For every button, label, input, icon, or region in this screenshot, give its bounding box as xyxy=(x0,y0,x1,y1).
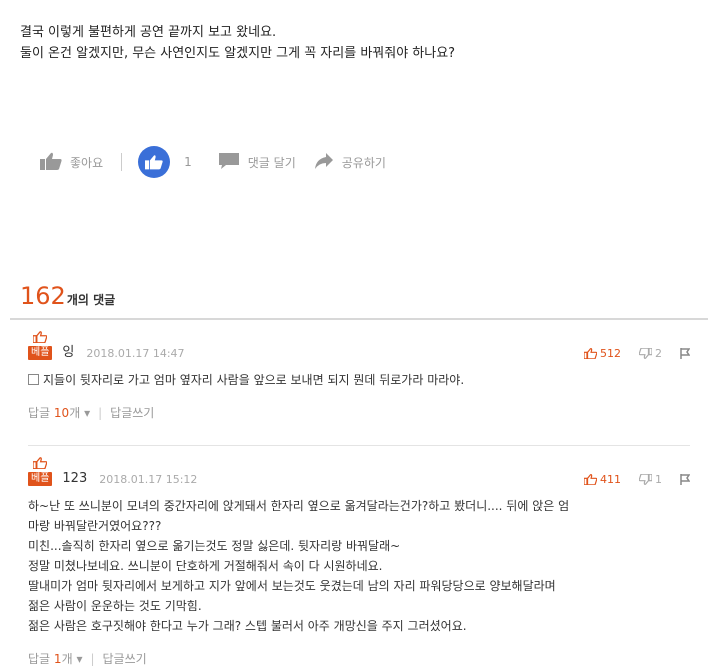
footer-separator: | xyxy=(98,405,103,420)
thumb-up-icon xyxy=(584,348,597,359)
write-reply-link[interactable]: 답글쓰기 xyxy=(103,650,147,667)
best-badge: 베플 xyxy=(28,457,53,486)
comment-meta: 베플 잉 2018.01.17 14:47 512 2 xyxy=(28,326,690,360)
share-label: 공유하기 xyxy=(341,155,386,170)
downvote-count: 2 xyxy=(655,347,662,360)
best-label: 베플 xyxy=(28,472,53,486)
action-separator xyxy=(121,153,123,171)
comment-body: 하~난 또 쓰니분이 모녀의 중간자리에 앉게돼서 한자리 옆으로 옮겨달라는건… xyxy=(28,499,570,633)
share-icon xyxy=(314,152,334,173)
comment-date: 2018.01.17 14:47 xyxy=(86,347,185,360)
like-circle-icon[interactable] xyxy=(138,146,171,178)
comment-divider xyxy=(28,445,690,446)
thumb-up-icon xyxy=(40,152,62,173)
best-thumb-icon xyxy=(32,331,48,346)
comment-label: 댓글 달기 xyxy=(247,155,296,170)
like-count: 1 xyxy=(184,155,192,169)
comment-date: 2018.01.17 15:12 xyxy=(99,473,198,486)
thumb-up-icon xyxy=(584,474,597,485)
comment-item: 베플 잉 2018.01.17 14:47 512 2 지들이 뒷자리로 가고 … xyxy=(28,326,690,421)
comment-text: 지들이 뒷자리로 가고 엄마 옆자리 사람을 앞으로 보내면 되지 뭔데 뒤로가… xyxy=(28,370,690,390)
comment-meta: 베플 123 2018.01.17 15:12 411 1 xyxy=(28,452,690,486)
action-bar: 좋아요 1 댓글 달기 공유하기 xyxy=(40,146,386,178)
comments-count: 162 xyxy=(20,282,66,310)
thumb-down-icon xyxy=(639,474,652,485)
comment-footer: 답글 1개 ▾ | 답글쓰기 xyxy=(28,650,690,667)
comment-stats: 512 2 xyxy=(584,347,690,360)
reply-count: 10 xyxy=(53,406,70,420)
comment-item: 베플 123 2018.01.17 15:12 411 1 하~난 또 쓰니분이… xyxy=(28,452,690,667)
reply-unit: 개 xyxy=(69,406,81,420)
comment-footer: 답글 10개 ▾ | 답글쓰기 xyxy=(28,404,690,421)
comments-divider xyxy=(10,318,708,320)
downvote-button[interactable]: 2 xyxy=(639,347,662,360)
chevron-down-icon: ▾ xyxy=(84,406,91,420)
post-line-1: 결국 이렇게 불편하게 공연 끝까지 보고 왔네요. xyxy=(20,25,277,40)
post-line-2: 둘이 온건 알겠지만, 무슨 사연인지도 알겠지만 그게 꼭 자리를 바꿔줘야 … xyxy=(20,46,456,61)
downvote-button[interactable]: 1 xyxy=(639,473,662,486)
post-body: 결국 이렇게 불편하게 공연 끝까지 보고 왔네요. 둘이 온건 알겠지만, 무… xyxy=(20,22,455,64)
report-icon[interactable] xyxy=(680,348,690,359)
comments-count-suffix: 개의 댓글 xyxy=(66,293,116,307)
comment-stats: 411 1 xyxy=(584,473,690,486)
best-thumb-icon xyxy=(32,457,48,472)
comment-author[interactable]: 123 xyxy=(62,471,87,486)
chevron-down-icon: ▾ xyxy=(76,652,83,666)
comment-body: 지들이 뒷자리로 가고 엄마 옆자리 사람을 앞으로 보내면 되지 뭔데 뒤로가… xyxy=(43,373,465,387)
reply-unit: 개 xyxy=(61,652,73,666)
like-button[interactable]: 좋아요 xyxy=(40,152,103,173)
write-reply-link[interactable]: 답글쓰기 xyxy=(110,404,154,421)
comment-button[interactable]: 댓글 달기 xyxy=(218,152,296,173)
upvote-button[interactable]: 411 xyxy=(584,473,621,486)
reply-toggle[interactable]: 답글 10개 ▾ xyxy=(28,404,90,421)
comments-header: 162 개의 댓글 xyxy=(20,282,115,310)
upvote-button[interactable]: 512 xyxy=(584,347,621,360)
comment-author[interactable]: 잉 xyxy=(62,341,74,360)
best-label: 베플 xyxy=(28,346,53,360)
footer-separator: | xyxy=(90,651,95,666)
comment-icon xyxy=(218,152,240,173)
thumb-down-icon xyxy=(639,348,652,359)
upvote-count: 512 xyxy=(600,347,621,360)
share-button[interactable]: 공유하기 xyxy=(314,152,386,173)
downvote-count: 1 xyxy=(655,473,662,486)
reply-count: 1 xyxy=(53,652,62,666)
upvote-count: 411 xyxy=(600,473,621,486)
reply-toggle[interactable]: 답글 1개 ▾ xyxy=(28,650,82,667)
reply-label: 답글 xyxy=(28,406,51,420)
best-badge: 베플 xyxy=(28,331,53,360)
report-icon[interactable] xyxy=(680,474,690,485)
image-icon xyxy=(28,374,39,385)
like-label: 좋아요 xyxy=(70,155,104,170)
reply-label: 답글 xyxy=(28,652,51,666)
